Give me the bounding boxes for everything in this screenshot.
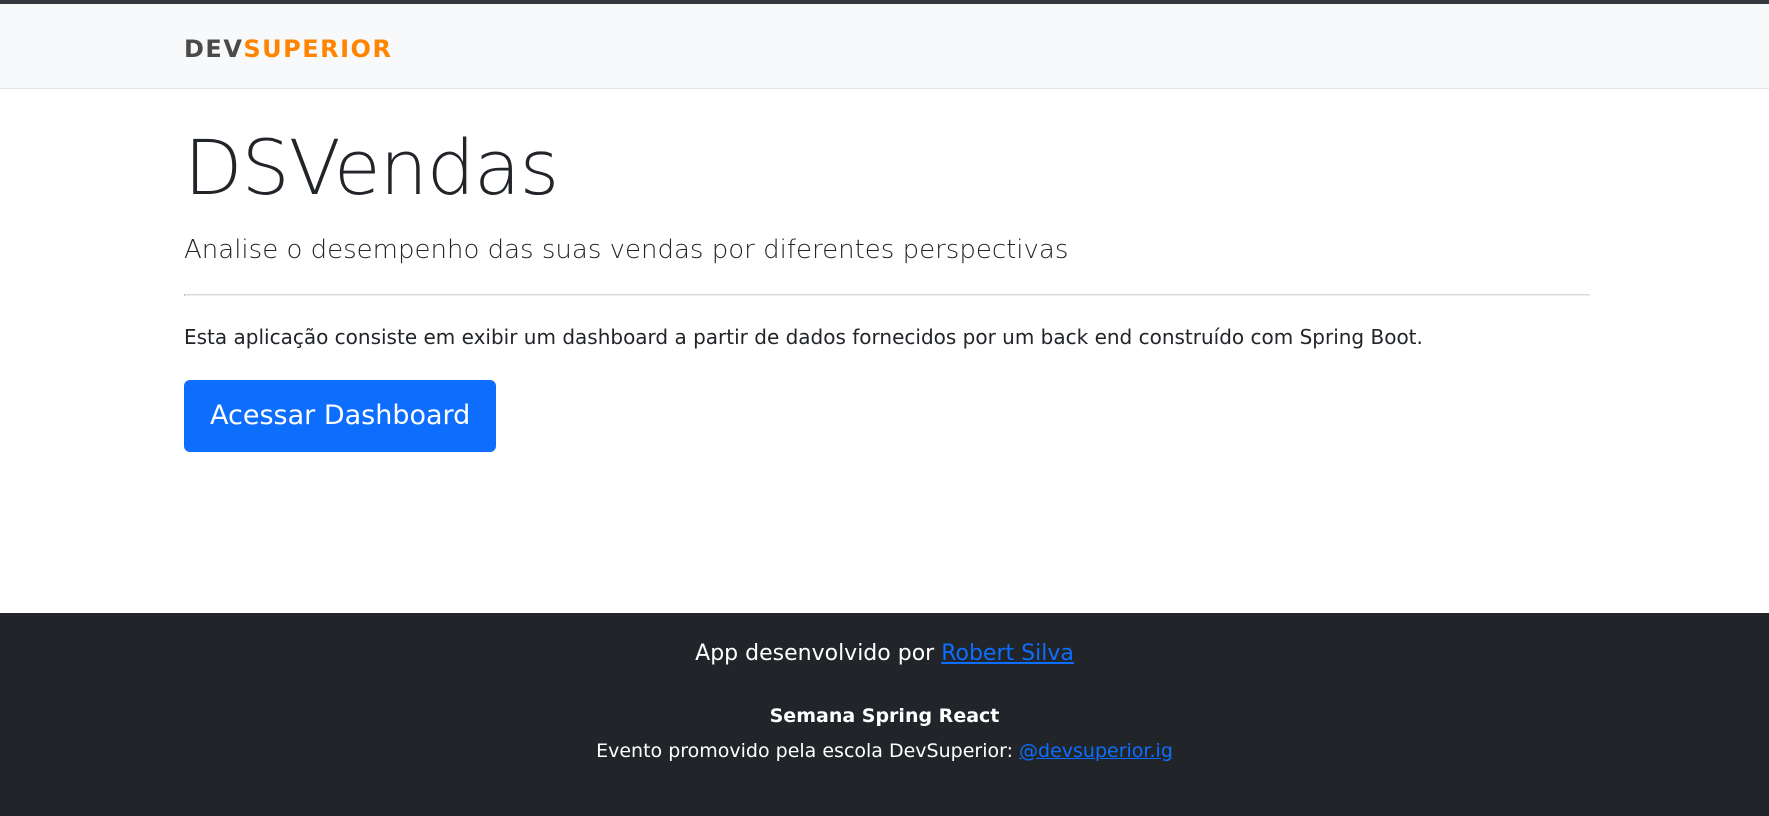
logo-dev-text: DEV <box>184 35 244 63</box>
footer: App desenvolvido por Robert Silva Semana… <box>0 613 1769 816</box>
page-description: Esta aplicação consiste em exibir um das… <box>184 325 1423 349</box>
page-title: DSVendas <box>184 123 559 212</box>
footer-event-prefix: Evento promovido pela escola DevSuperior… <box>596 740 1020 762</box>
navbar: DEV SUPERIOR <box>0 4 1769 89</box>
footer-developer-prefix: App desenvolvido por <box>695 641 942 666</box>
access-dashboard-button[interactable]: Acessar Dashboard <box>184 380 497 452</box>
divider <box>184 294 1590 296</box>
page-lead: Analise o desempenho das suas vendas por… <box>184 235 1069 265</box>
footer-event-title: Semana Spring React <box>769 705 1000 727</box>
devsuperior-logo[interactable]: DEV SUPERIOR <box>184 33 392 65</box>
logo-superior-text: SUPERIOR <box>243 35 393 63</box>
footer-event-line: Evento promovido pela escola DevSuperior… <box>0 737 1769 765</box>
developer-link[interactable]: Robert Silva <box>941 641 1074 666</box>
instagram-link[interactable]: @devsuperior.ig <box>1019 740 1173 762</box>
footer-developer-line: App desenvolvido por Robert Silva <box>0 639 1769 669</box>
